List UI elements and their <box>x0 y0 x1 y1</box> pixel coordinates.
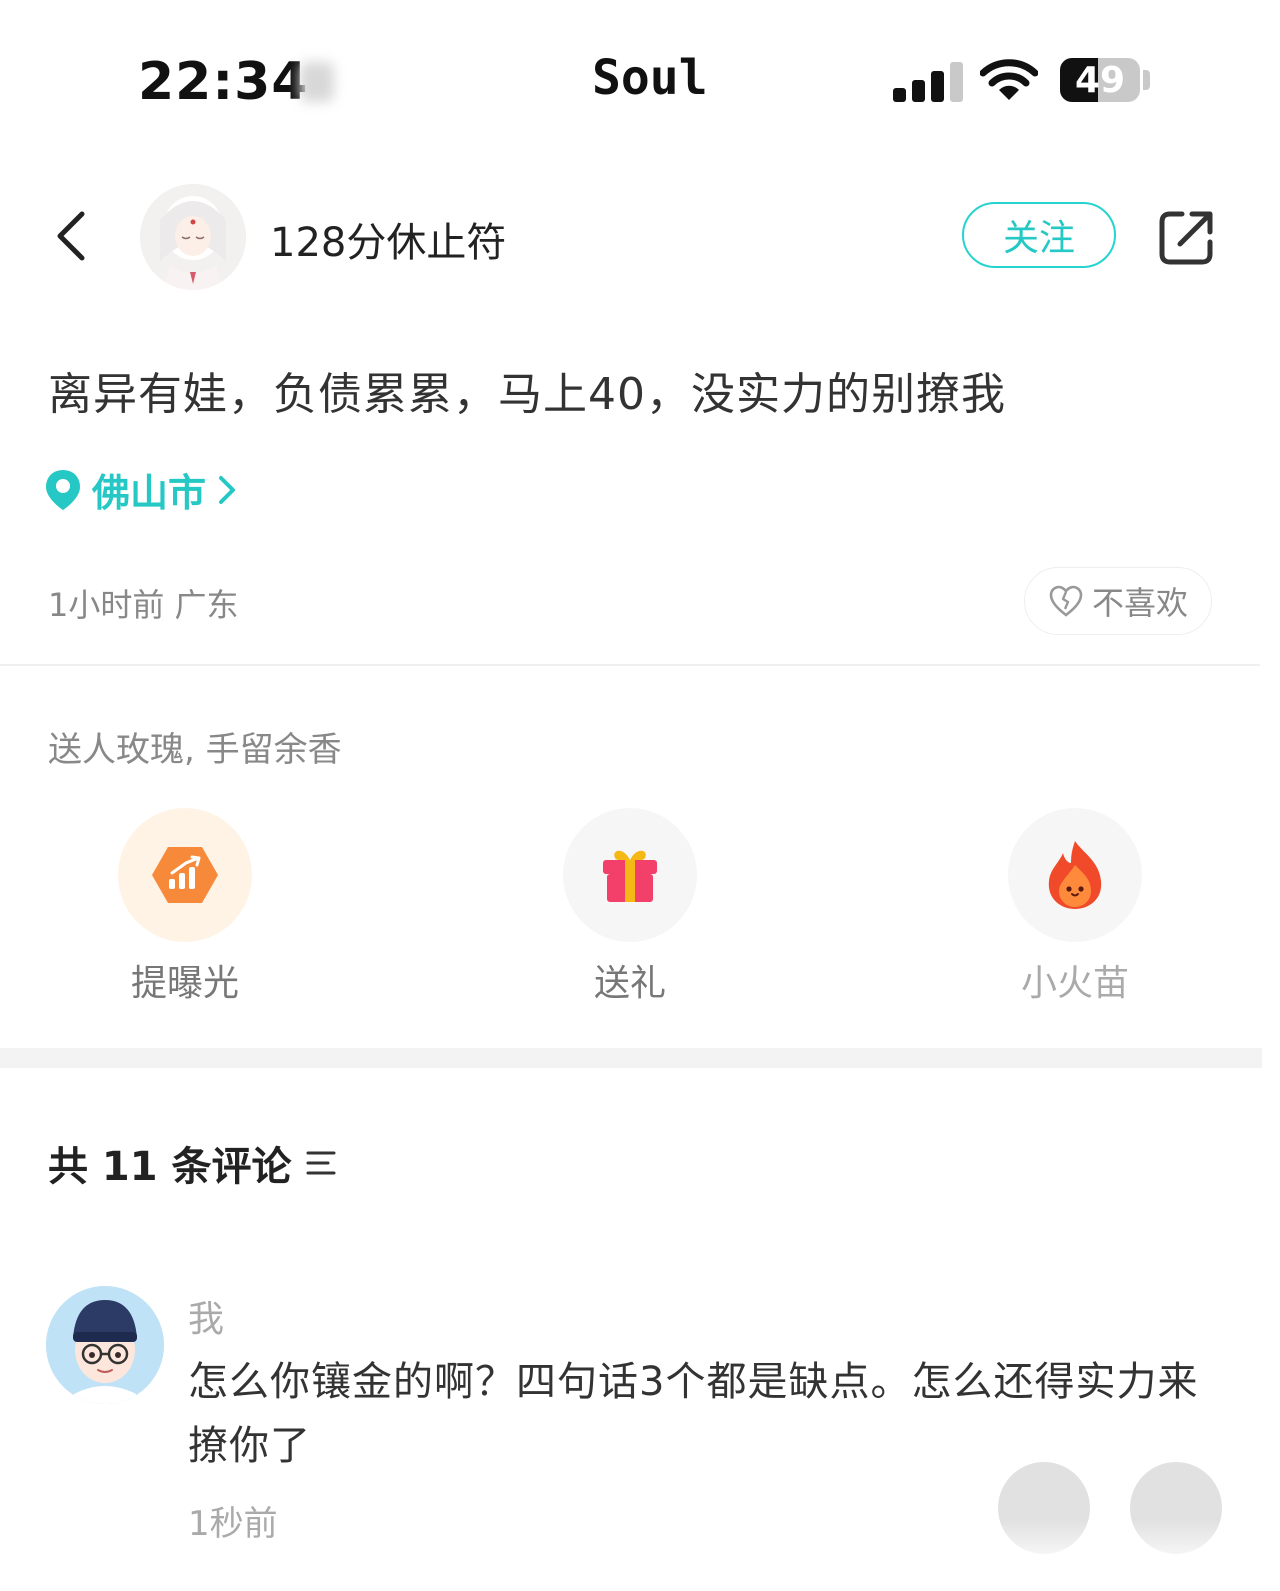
post-text: 离异有娃，负债累累，马上40，没实力的别撩我 <box>48 369 1006 420</box>
signal-icon <box>893 60 963 102</box>
comments-header: 共 11 条评论 <box>48 1134 338 1192</box>
flame-icon <box>1008 808 1142 942</box>
boost-icon <box>118 808 252 942</box>
battery-tip <box>1143 70 1150 90</box>
flame-button[interactable]: 小火苗 <box>975 808 1175 1006</box>
gift-prompt: 送人玫瑰, 手留余香 <box>48 730 342 770</box>
comment-time: 1秒前 <box>188 1504 278 1544</box>
boost-exposure-button[interactable]: 提曝光 <box>85 808 285 1006</box>
sort-icon[interactable] <box>304 1148 338 1178</box>
chevron-right-icon <box>219 475 236 504</box>
status-indicator-blurred <box>300 62 334 102</box>
post-meta: 1小时前 广东 <box>48 586 239 624</box>
status-app-name: Soul <box>592 50 708 106</box>
divider <box>0 664 1260 666</box>
wifi-icon <box>980 59 1038 100</box>
comment-author[interactable]: 我 <box>188 1290 224 1342</box>
location-pin-icon <box>46 469 80 510</box>
broken-heart-icon <box>1049 585 1083 617</box>
boost-exposure-label: 提曝光 <box>130 963 239 1004</box>
comment-text: 怎么你镶金的啊？四句话3个都是缺点。怎么还得实力来撩你了 <box>188 1359 1199 1469</box>
location-label: 佛山市 <box>92 471 207 515</box>
comments-count: 共 11 条评论 <box>48 1144 292 1190</box>
author-username[interactable]: 128分休止符 <box>270 210 506 268</box>
battery-icon: 49 <box>1060 58 1140 102</box>
bottom-fade <box>880 1520 1260 1591</box>
dislike-button[interactable]: 不喜欢 <box>1024 567 1212 635</box>
commenter-avatar[interactable] <box>46 1286 164 1404</box>
section-divider <box>0 1048 1262 1068</box>
flame-label: 小火苗 <box>1020 963 1129 1004</box>
dislike-label: 不喜欢 <box>1091 584 1188 622</box>
status-time: 22:34 <box>138 52 309 112</box>
gift-icon <box>563 808 697 942</box>
battery-level: 49 <box>1074 60 1126 101</box>
author-avatar[interactable] <box>140 184 246 290</box>
send-gift-button[interactable]: 送礼 <box>530 808 730 1006</box>
follow-button[interactable]: 关注 <box>962 202 1116 268</box>
send-gift-label: 送礼 <box>593 963 666 1004</box>
chevron-left-icon[interactable] <box>52 208 92 264</box>
location-link[interactable]: 佛山市 <box>44 462 238 517</box>
share-icon[interactable] <box>1158 208 1216 266</box>
